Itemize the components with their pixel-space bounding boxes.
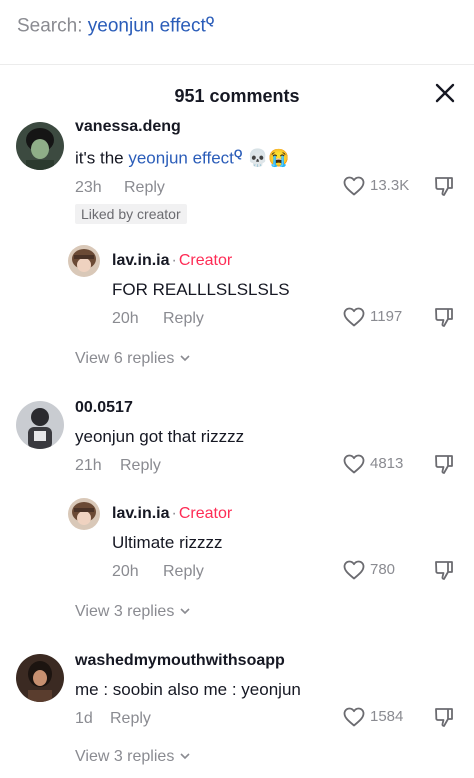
like-count: 4813 bbox=[370, 455, 404, 472]
search-bar[interactable]: Search: yeonjun effectQ bbox=[0, 0, 474, 64]
heart-icon bbox=[343, 176, 365, 196]
like-button[interactable]: 4813 bbox=[342, 452, 414, 476]
heart-icon bbox=[343, 707, 365, 727]
reply-time: 20h bbox=[112, 563, 139, 580]
reply-button[interactable]: Reply bbox=[163, 563, 204, 581]
like-button[interactable]: 1584 bbox=[342, 705, 414, 729]
close-icon[interactable] bbox=[432, 80, 458, 106]
like-button[interactable]: 780 bbox=[342, 558, 414, 582]
heart-icon bbox=[343, 454, 365, 474]
view-replies-label: View 6 replies bbox=[75, 350, 175, 367]
avatar[interactable] bbox=[16, 401, 64, 449]
comment-text: me : soobin also me : yeonjun bbox=[75, 680, 301, 699]
search-term[interactable]: yeonjun effect bbox=[88, 15, 206, 36]
reply-username-text[interactable]: lav.in.ia bbox=[112, 505, 170, 522]
search-sup-icon: Q bbox=[233, 148, 243, 160]
liked-by-creator-badge: Liked by creator bbox=[75, 204, 187, 224]
comment-username[interactable]: vanessa.deng bbox=[75, 118, 181, 136]
reply-button[interactable]: Reply bbox=[124, 179, 165, 197]
separator: · bbox=[171, 505, 177, 522]
avatar[interactable] bbox=[68, 245, 100, 277]
view-replies-button[interactable]: View 3 replies bbox=[75, 748, 191, 766]
chevron-down-icon bbox=[180, 608, 190, 615]
separator: · bbox=[171, 252, 177, 269]
comment-text: yeonjun got that rizzzz bbox=[75, 427, 245, 446]
comment-text-prefix: it's the bbox=[75, 148, 129, 168]
comment-time: 23h bbox=[75, 179, 102, 196]
reply-time: 20h bbox=[112, 310, 139, 327]
search-sup-icon: Q bbox=[205, 15, 215, 27]
reply-username-text[interactable]: lav.in.ia bbox=[112, 252, 170, 269]
like-count: 1197 bbox=[370, 308, 403, 325]
like-count: 1584 bbox=[370, 708, 404, 725]
chevron-down-icon bbox=[180, 355, 190, 362]
creator-tag: Creator bbox=[178, 252, 233, 269]
comments-header: 951 comments bbox=[0, 80, 474, 116]
view-replies-button[interactable]: View 3 replies bbox=[75, 603, 191, 621]
heart-icon bbox=[343, 307, 365, 327]
dislike-icon[interactable] bbox=[432, 558, 456, 582]
creator-tag: Creator bbox=[178, 505, 233, 522]
heart-icon bbox=[343, 560, 365, 580]
like-button[interactable]: 1197 bbox=[342, 305, 414, 329]
view-replies-label: View 3 replies bbox=[75, 748, 175, 765]
avatar[interactable] bbox=[16, 122, 64, 170]
chevron-down-icon bbox=[180, 753, 190, 760]
dislike-icon[interactable] bbox=[432, 174, 456, 198]
sheet-divider bbox=[0, 64, 474, 65]
like-count: 13.3K bbox=[370, 177, 410, 194]
dislike-icon[interactable] bbox=[432, 705, 456, 729]
comment-username[interactable]: washedmymouthwithsoapp bbox=[75, 652, 285, 670]
view-replies-button[interactable]: View 6 replies bbox=[75, 350, 191, 368]
reply-text: Ultimate rizzzz bbox=[112, 533, 223, 552]
view-replies-label: View 3 replies bbox=[75, 603, 175, 620]
search-query[interactable]: Search: yeonjun effectQ bbox=[17, 15, 214, 37]
reply-button[interactable]: Reply bbox=[163, 310, 204, 328]
like-count: 780 bbox=[370, 561, 396, 578]
like-button[interactable]: 13.3K bbox=[342, 174, 424, 198]
reply-button[interactable]: Reply bbox=[120, 457, 161, 475]
dislike-icon[interactable] bbox=[432, 305, 456, 329]
comment-time: 1d bbox=[75, 710, 93, 727]
dislike-icon[interactable] bbox=[432, 452, 456, 476]
emoji-text: 💀😭 bbox=[247, 148, 290, 168]
reply-username[interactable]: lav.in.ia · Creator bbox=[112, 505, 232, 523]
comments-count-title: 951 comments bbox=[174, 86, 300, 106]
comment-time: 21h bbox=[75, 457, 102, 474]
avatar[interactable] bbox=[16, 654, 64, 702]
search-link[interactable]: yeonjun effect bbox=[128, 149, 234, 168]
avatar[interactable] bbox=[68, 498, 100, 530]
reply-button[interactable]: Reply bbox=[110, 710, 151, 728]
reply-text: FOR REALLLSLSLSLS bbox=[112, 280, 290, 299]
comment-text: it's the yeonjun effectQ 💀😭 bbox=[75, 148, 290, 169]
reply-username[interactable]: lav.in.ia · Creator bbox=[112, 252, 232, 270]
comment-username[interactable]: 00.0517 bbox=[75, 399, 133, 417]
search-label: Search: bbox=[17, 15, 83, 37]
